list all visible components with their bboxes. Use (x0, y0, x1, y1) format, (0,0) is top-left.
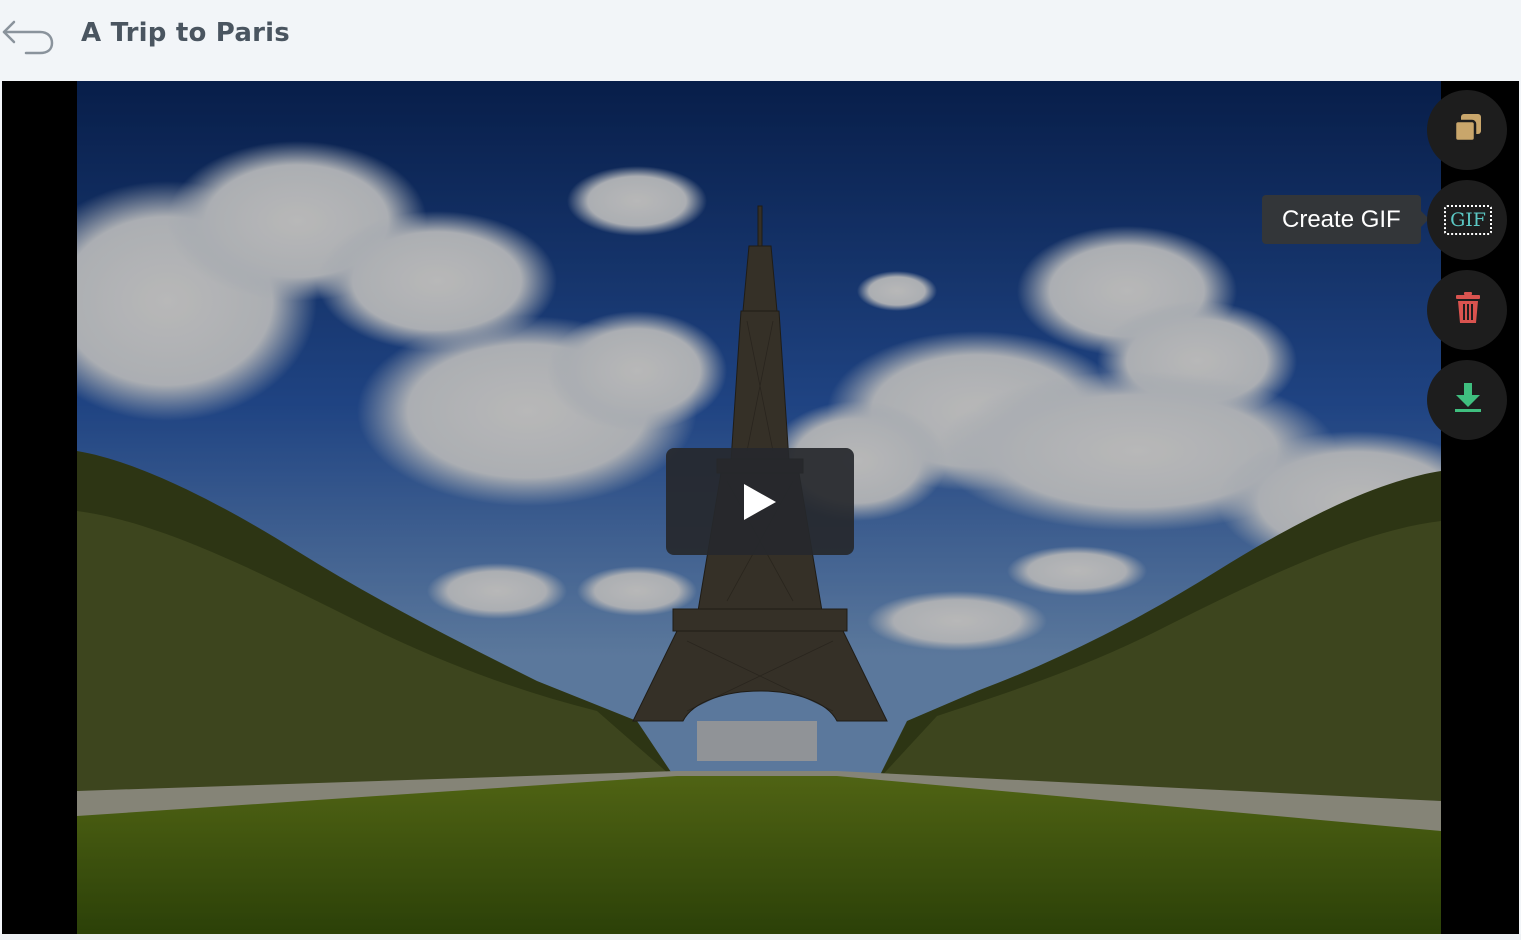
back-arrow-icon (2, 20, 54, 55)
play-button[interactable] (666, 448, 854, 555)
download-icon (1455, 383, 1481, 412)
page-title: A Trip to Paris (81, 18, 290, 48)
download-button[interactable] (1427, 360, 1507, 440)
play-icon (744, 484, 776, 520)
delete-button[interactable] (1427, 270, 1507, 350)
create-gif-tooltip: Create GIF (1262, 195, 1429, 244)
gif-icon: GIF (1444, 205, 1492, 235)
create-gif-button[interactable]: GIF (1427, 180, 1507, 260)
duplicate-icon (1453, 114, 1481, 143)
top-bar: A Trip to Paris (0, 0, 1521, 80)
page-footer-strip (0, 934, 1521, 940)
back-button[interactable] (0, 14, 58, 58)
trash-icon (1456, 292, 1480, 323)
duplicate-button[interactable] (1427, 90, 1507, 170)
